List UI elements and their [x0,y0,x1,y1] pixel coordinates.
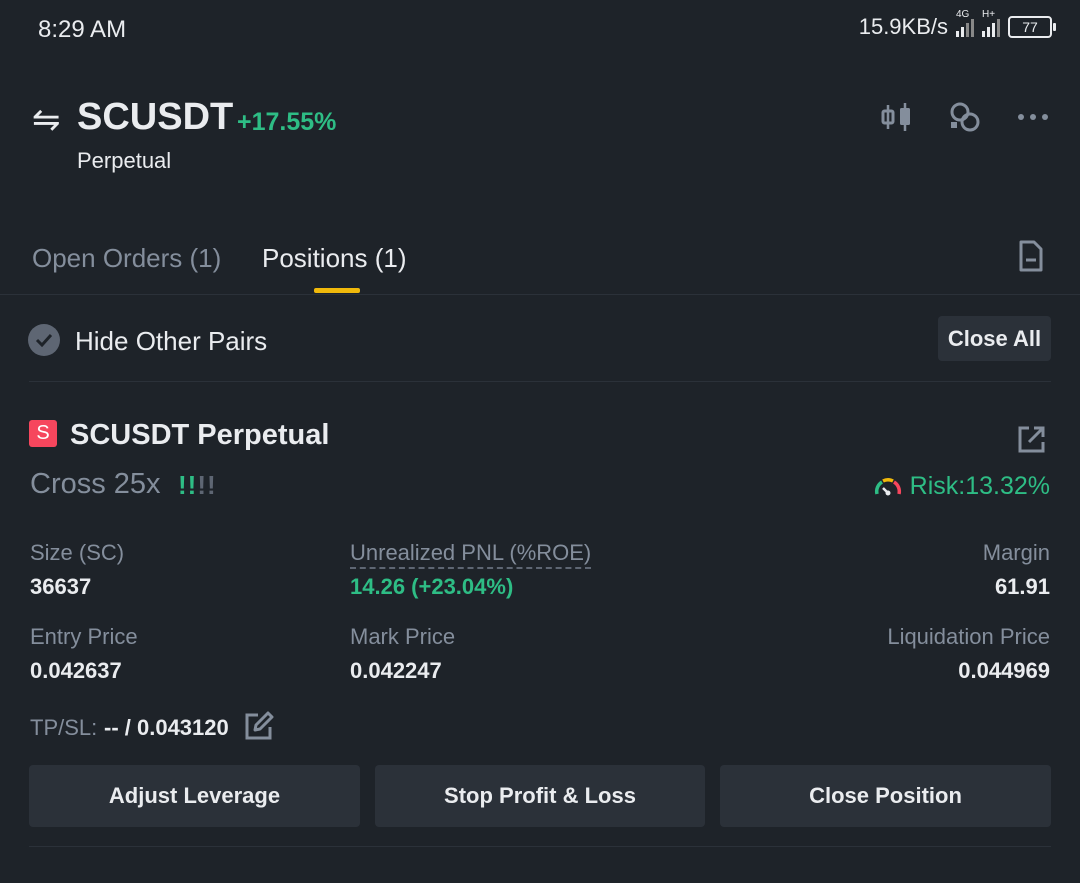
close-all-button[interactable]: Close All [938,316,1051,361]
risk-label: Risk:13.32% [909,472,1050,500]
battery-icon: 77 [1008,16,1056,38]
tpsl-label: TP/SL: [30,715,98,740]
sim2-label: H+ [982,9,996,20]
gauge-icon [874,477,901,495]
adl-active: !! [178,470,198,500]
document-icon[interactable] [1018,240,1044,272]
edit-icon[interactable] [244,711,274,741]
status-bar-right: 15.9KB/s 4G H+ 77 [858,9,1056,40]
margin-mode: Cross 25x [30,468,161,500]
card-bottom-divider [29,846,1051,847]
header-actions [880,100,1050,134]
link-icon[interactable] [948,100,982,134]
risk-indicator[interactable]: Risk:13.32% [874,472,1050,501]
status-time: 8:29 AM [38,16,127,43]
tpsl-value: -- / 0.043120 [104,715,229,740]
signal-icon: 4G [956,9,974,37]
filter-divider [29,381,1051,382]
size-value: 36637 [30,574,92,599]
candlestick-icon[interactable] [880,100,914,134]
more-icon[interactable] [1016,100,1050,134]
unrealized-pnl-label[interactable]: Unrealized PNL (%ROE) [350,540,592,569]
battery-level: 77 [1022,19,1038,35]
margin-value: 61.91 [994,574,1050,599]
adl-inactive: !! [197,470,217,500]
price-change-pct: +17.55% [237,108,337,136]
adjust-leverage-button[interactable]: Adjust Leverage [29,765,360,827]
tabs-divider [0,294,1080,295]
network-speed: 15.9KB/s [858,14,948,39]
pair-symbol[interactable]: SCUSDT [77,96,233,139]
contract-type: Perpetual [77,148,172,173]
stop-profit-loss-button[interactable]: Stop Profit & Loss [375,765,705,827]
entry-price-label: Entry Price [30,624,138,649]
entry-price-value: 0.042637 [30,658,122,683]
adl-indicator: !!!! [178,470,217,501]
sim1-label: 4G [956,9,970,20]
size-label: Size (SC) [30,540,125,565]
tab-open-orders[interactable]: Open Orders (1) [32,243,221,274]
swap-pair-icon[interactable]: ⇋ [32,100,61,140]
liquidation-price-value: 0.044969 [958,658,1050,683]
active-tab-indicator [314,288,360,293]
mark-price-label: Mark Price [350,624,456,649]
liquidation-price-label: Liquidation Price [887,624,1050,649]
hide-other-pairs-label[interactable]: Hide Other Pairs [75,326,267,357]
hide-other-pairs-checkbox[interactable] [28,324,60,356]
close-position-button[interactable]: Close Position [720,765,1051,827]
side-badge: S [29,420,57,447]
tab-positions[interactable]: Positions (1) [262,243,407,274]
check-icon [35,333,53,347]
position-title: SCUSDT Perpetual [70,419,330,451]
margin-label: Margin [982,540,1050,565]
share-icon[interactable] [1016,424,1047,455]
mark-price-value: 0.042247 [350,658,442,683]
unrealized-pnl-value: 14.26 (+23.04%) [350,574,514,599]
signal-icon-2: H+ [982,9,1000,37]
